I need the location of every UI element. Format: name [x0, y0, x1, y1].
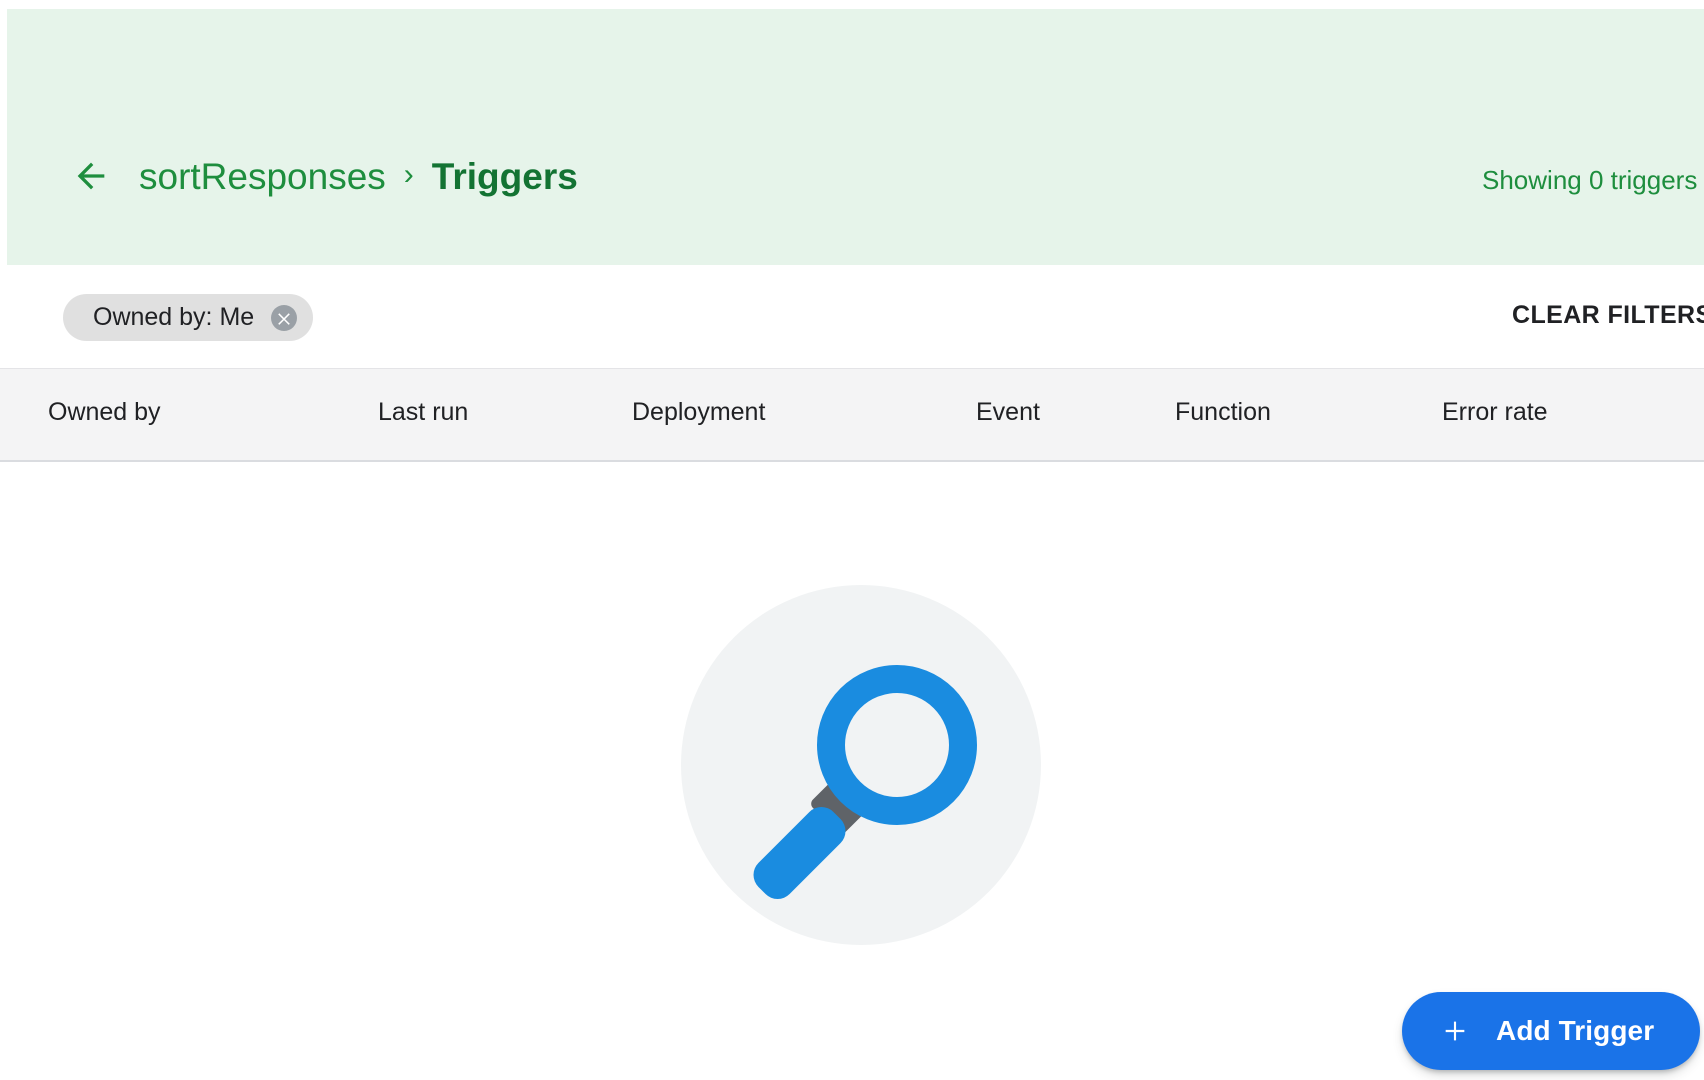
- column-header-event[interactable]: Event: [976, 397, 1040, 427]
- clear-filters-button[interactable]: CLEAR FILTERS: [1512, 303, 1704, 328]
- arrow-left-icon[interactable]: [69, 154, 113, 198]
- filter-chip-label: Owned by: Me: [93, 303, 255, 331]
- triggers-page: sortResponses › Triggers Showing 0 trigg…: [0, 0, 1704, 1080]
- plus-icon: [1438, 1014, 1472, 1048]
- column-header-owned-by[interactable]: Owned by: [48, 397, 161, 427]
- breadcrumb: sortResponses › Triggers: [69, 154, 578, 198]
- breadcrumb-parent[interactable]: sortResponses: [139, 158, 386, 195]
- filter-bar: Owned by: Me CLEAR FILTERS: [0, 265, 1704, 368]
- page-title: Triggers: [431, 155, 578, 197]
- column-header-error-rate[interactable]: Error rate: [1442, 397, 1548, 427]
- column-header-function[interactable]: Function: [1175, 397, 1271, 427]
- magnifier-icon: [681, 585, 1041, 945]
- column-header-deployment[interactable]: Deployment: [632, 397, 765, 427]
- breadcrumb-separator-icon: ›: [403, 158, 414, 191]
- page-header: sortResponses › Triggers Showing 0 trigg…: [7, 9, 1704, 265]
- table-header-row: Owned by Last run Deployment Event Funct…: [0, 368, 1704, 462]
- empty-state: [0, 462, 1704, 1080]
- column-header-last-run[interactable]: Last run: [378, 397, 468, 427]
- add-trigger-button[interactable]: Add Trigger: [1402, 992, 1701, 1070]
- showing-count-label: Showing 0 triggers: [1482, 165, 1698, 195]
- add-trigger-label: Add Trigger: [1496, 1015, 1655, 1046]
- filter-chip-owned-by[interactable]: Owned by: Me: [63, 294, 314, 341]
- close-icon[interactable]: [271, 304, 298, 331]
